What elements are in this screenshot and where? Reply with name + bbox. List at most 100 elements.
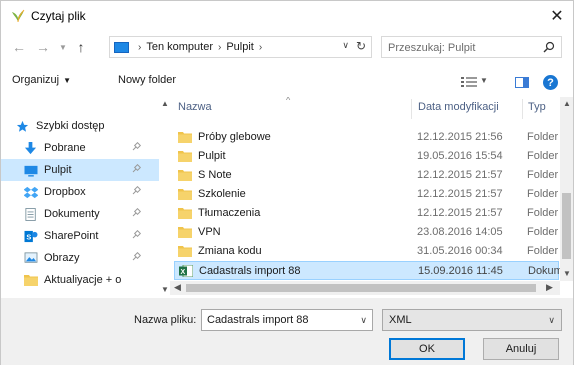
scroll-left-icon[interactable]: ◀ [174,282,181,293]
scroll-down-icon[interactable]: ▼ [161,285,169,294]
scroll-thumb[interactable] [562,193,571,259]
file-name: Tłumaczenia [198,207,261,219]
file-date: 19.05.2016 15:54 [417,150,503,162]
pin-icon[interactable] [131,252,141,262]
pin-icon[interactable] [131,164,141,174]
up-button[interactable]: ↑ [73,39,89,55]
command-toolbar: Organizuj ▼ Nowy folder ▼ ? [1,69,573,95]
column-header-date[interactable]: Data modyfikacji [418,101,499,113]
file-date: 12.12.2015 21:56 [417,131,503,143]
nav-item-dropbox[interactable]: Dropbox [1,181,159,203]
breadcrumb-separator-icon[interactable]: › [138,42,141,53]
nav-item-sharepoint[interactable]: S SharePoint [1,225,159,247]
file-row[interactable]: S Note 12.12.2015 21:57 Folder [174,166,559,185]
search-box [381,36,562,58]
nav-item-quick-access[interactable]: Szybki dostęp [1,115,159,137]
folder-icon [178,151,192,162]
close-button[interactable]: ✕ [545,4,569,28]
scroll-up-icon[interactable]: ▲ [563,99,571,108]
file-list: ^ Nazwa Data modyfikacji Typ Próby glebo… [170,97,574,297]
scroll-right-icon[interactable]: ▶ [546,282,553,293]
column-divider[interactable] [411,99,412,119]
filename-input[interactable]: Cadastrals import 88 ∨ [201,309,373,331]
view-options-icon[interactable] [461,77,477,87]
address-dropdown-icon[interactable]: ∨ [342,40,349,51]
file-date: 12.12.2015 21:57 [417,188,503,200]
file-date: 23.08.2016 14:05 [417,226,503,238]
desktop-icon [23,163,38,177]
folder-icon [178,132,192,143]
file-list-vertical-scrollbar[interactable]: ▲ ▼ [560,97,573,281]
column-header-name[interactable]: Nazwa [178,101,212,113]
nav-item-folder[interactable]: Aktualiyacje + o [1,269,159,291]
pin-icon[interactable] [131,186,141,196]
arrow-up-icon: ↑ [77,39,85,55]
file-name: Pulpit [198,150,226,162]
file-row[interactable]: Szkolenie 12.12.2015 21:57 Folder [174,185,559,204]
svg-text:S: S [26,232,31,241]
file-type: Folder [527,188,559,200]
arrow-right-icon: → [36,39,50,55]
scroll-down-icon[interactable]: ▼ [563,269,571,278]
column-header-type[interactable]: Typ [528,101,546,113]
ok-button[interactable]: OK [389,338,465,360]
nav-label: SharePoint [44,230,99,242]
chevron-down-icon[interactable]: ∨ [360,315,367,326]
file-row[interactable]: Próby glebowe 12.12.2015 21:56 Folder [174,128,559,147]
file-row[interactable]: Pulpit 19.05.2016 15:54 Folder [174,147,559,166]
organize-button[interactable]: Organizuj ▼ [12,74,71,86]
help-icon[interactable]: ? [543,75,558,90]
sort-ascending-icon: ^ [286,97,291,105]
excel-icon: X [179,265,193,277]
nav-label: Aktualiyacje + o [44,274,122,286]
folder-icon [178,170,192,181]
file-row-selected[interactable]: X Cadastrals import 88 15.09.2016 11:45 … [174,261,562,280]
nav-scrollbar[interactable]: ▲ ▼ [159,97,170,297]
scroll-thumb[interactable] [186,284,536,292]
file-row[interactable]: VPN 23.08.2016 14:05 Folder [174,223,559,242]
breadcrumb-desktop[interactable]: Pulpit [226,41,254,53]
file-type: Folder [527,245,559,257]
svg-text:X: X [181,269,186,276]
file-type: Folder [527,131,559,143]
view-dropdown-icon[interactable]: ▼ [480,76,488,85]
nav-item-downloads[interactable]: Pobrane [1,137,159,159]
pin-icon[interactable] [131,230,141,240]
back-button[interactable]: ← [11,39,27,55]
file-date: 31.05.2016 00:34 [417,245,503,257]
refresh-icon[interactable]: ↻ [356,39,366,53]
file-name: Zmiana kodu [198,245,262,257]
file-list-horizontal-scrollbar[interactable]: ◀ ▶ [170,281,560,295]
file-row[interactable]: Zmiana kodu 31.05.2016 00:34 Folder [174,242,559,261]
app-leaf-icon [12,9,25,23]
pin-icon[interactable] [131,142,141,152]
search-icon[interactable] [543,41,555,53]
search-input[interactable] [388,40,538,55]
file-name: VPN [198,226,221,238]
file-row[interactable]: Tłumaczenia 12.12.2015 21:57 Folder [174,204,559,223]
pictures-icon [23,251,38,265]
filetype-select[interactable]: XML ∨ [382,309,562,331]
nav-item-desktop[interactable]: Pulpit [1,159,159,181]
arrow-left-icon: ← [12,39,26,55]
filename-label: Nazwa pliku: [134,314,197,326]
nav-label: Dokumenty [44,208,100,220]
cancel-button[interactable]: Anuluj [483,338,559,360]
pin-icon[interactable] [131,208,141,218]
nav-item-pictures[interactable]: Obrazy [1,247,159,269]
recent-locations-button[interactable]: ▼ [55,39,71,55]
filetype-value: XML [389,314,412,326]
breadcrumb-this-pc[interactable]: Ten komputer [146,41,213,53]
forward-button[interactable]: → [35,39,51,55]
column-divider[interactable] [522,99,523,119]
nav-item-documents[interactable]: Dokumenty [1,203,159,225]
address-bar[interactable]: › Ten komputer › Pulpit › ∨ ↻ [109,36,372,58]
scroll-up-icon[interactable]: ▲ [161,99,169,108]
breadcrumb-separator-icon[interactable]: › [259,42,262,53]
breadcrumb-separator-icon[interactable]: › [218,42,221,53]
preview-pane-icon[interactable] [515,77,529,88]
new-folder-button[interactable]: Nowy folder [118,74,176,86]
filename-value: Cadastrals import 88 [207,314,309,326]
window-title: Czytaj plik [31,9,86,23]
organize-label: Organizuj [12,74,60,86]
